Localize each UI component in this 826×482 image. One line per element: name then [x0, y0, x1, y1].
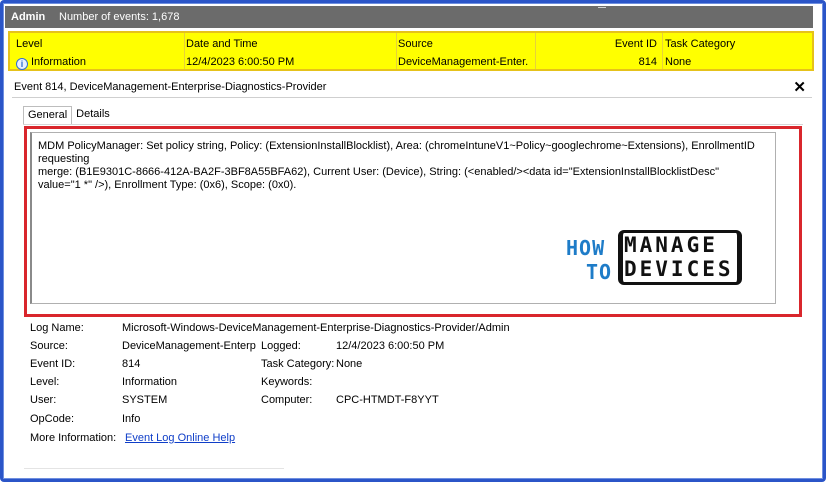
logo-how: HOW	[566, 236, 606, 260]
events-grid: Level Date and Time Source Event ID Task…	[8, 31, 814, 71]
tab-general[interactable]: General	[23, 106, 73, 124]
log-section-name: Admin	[11, 11, 46, 23]
log-name-value: Microsoft-Windows-DeviceManagement-Enter…	[122, 322, 510, 334]
header-divider	[12, 97, 812, 98]
column-header-date-time[interactable]: Date and Time	[186, 35, 391, 53]
events-count: Number of events: 1,678	[59, 11, 180, 23]
logo-to: TO	[586, 260, 613, 284]
information-icon: i	[16, 58, 28, 70]
opcode-value: Info	[122, 413, 141, 425]
footer-divider	[24, 468, 284, 469]
computer-label: Computer:	[261, 394, 313, 406]
source-label: Source:	[30, 340, 68, 352]
column-header-task-category[interactable]: Task Category	[665, 35, 805, 53]
column-header-level[interactable]: Level	[16, 35, 181, 53]
row-task-category: None	[665, 56, 692, 68]
log-name-label: Log Name:	[30, 322, 84, 334]
row-source: DeviceManagement-Enter...	[398, 56, 528, 68]
event-id-value: 814	[122, 358, 141, 370]
event-details-header: Event 814, DeviceManagement-Enterprise-D…	[12, 78, 812, 96]
column-header-event-id[interactable]: Event ID	[540, 35, 657, 53]
event-log-online-help-link[interactable]: Event Log Online Help	[125, 431, 235, 445]
task-category-value: None	[336, 358, 363, 370]
tab-details[interactable]: Details	[72, 106, 114, 124]
table-row[interactable]: i Information 12/4/2023 6:00:50 PM Device…	[10, 53, 812, 71]
grid-header-row: Level Date and Time Source Event ID Task…	[10, 35, 812, 53]
row-level: i Information	[16, 53, 181, 71]
logged-label: Logged:	[261, 340, 301, 352]
computer-value: CPC-HTMDT-F8YYT	[336, 394, 439, 406]
row-level-text: Information	[31, 56, 87, 68]
task-category-label: Task Category:	[261, 358, 335, 370]
more-information-label: More Information:	[30, 432, 117, 444]
user-value: SYSTEM	[122, 394, 168, 406]
event-id-label: Event ID:	[30, 358, 76, 370]
level-label: Level:	[30, 376, 60, 388]
minimize-mark	[598, 7, 606, 8]
close-icon[interactable]: ✕	[793, 78, 806, 96]
logo-devices: DEVICES	[624, 257, 734, 281]
how-to-manage-devices-logo: HOW TO MANAGE DEVICES	[566, 228, 751, 288]
logged-value: 12/4/2023 6:00:50 PM	[336, 340, 445, 352]
logo-manage: MANAGE	[624, 233, 718, 257]
event-tabs: General Details	[23, 106, 114, 124]
column-header-source[interactable]: Source	[398, 35, 528, 53]
event-title: Event 814, DeviceManagement-Enterprise-D…	[14, 81, 327, 93]
opcode-label: OpCode:	[30, 413, 75, 425]
tab-underline	[23, 124, 803, 125]
keywords-label: Keywords:	[261, 376, 313, 388]
level-value: Information	[122, 376, 178, 388]
user-label: User:	[30, 394, 57, 406]
source-value: DeviceManagement-Enterpr	[122, 340, 256, 352]
event-list-titlebar: Admin Number of events: 1,678	[5, 6, 813, 28]
row-date-time: 12/4/2023 6:00:50 PM	[186, 56, 295, 68]
highlight-box	[24, 126, 802, 317]
row-event-id: 814	[638, 56, 657, 68]
